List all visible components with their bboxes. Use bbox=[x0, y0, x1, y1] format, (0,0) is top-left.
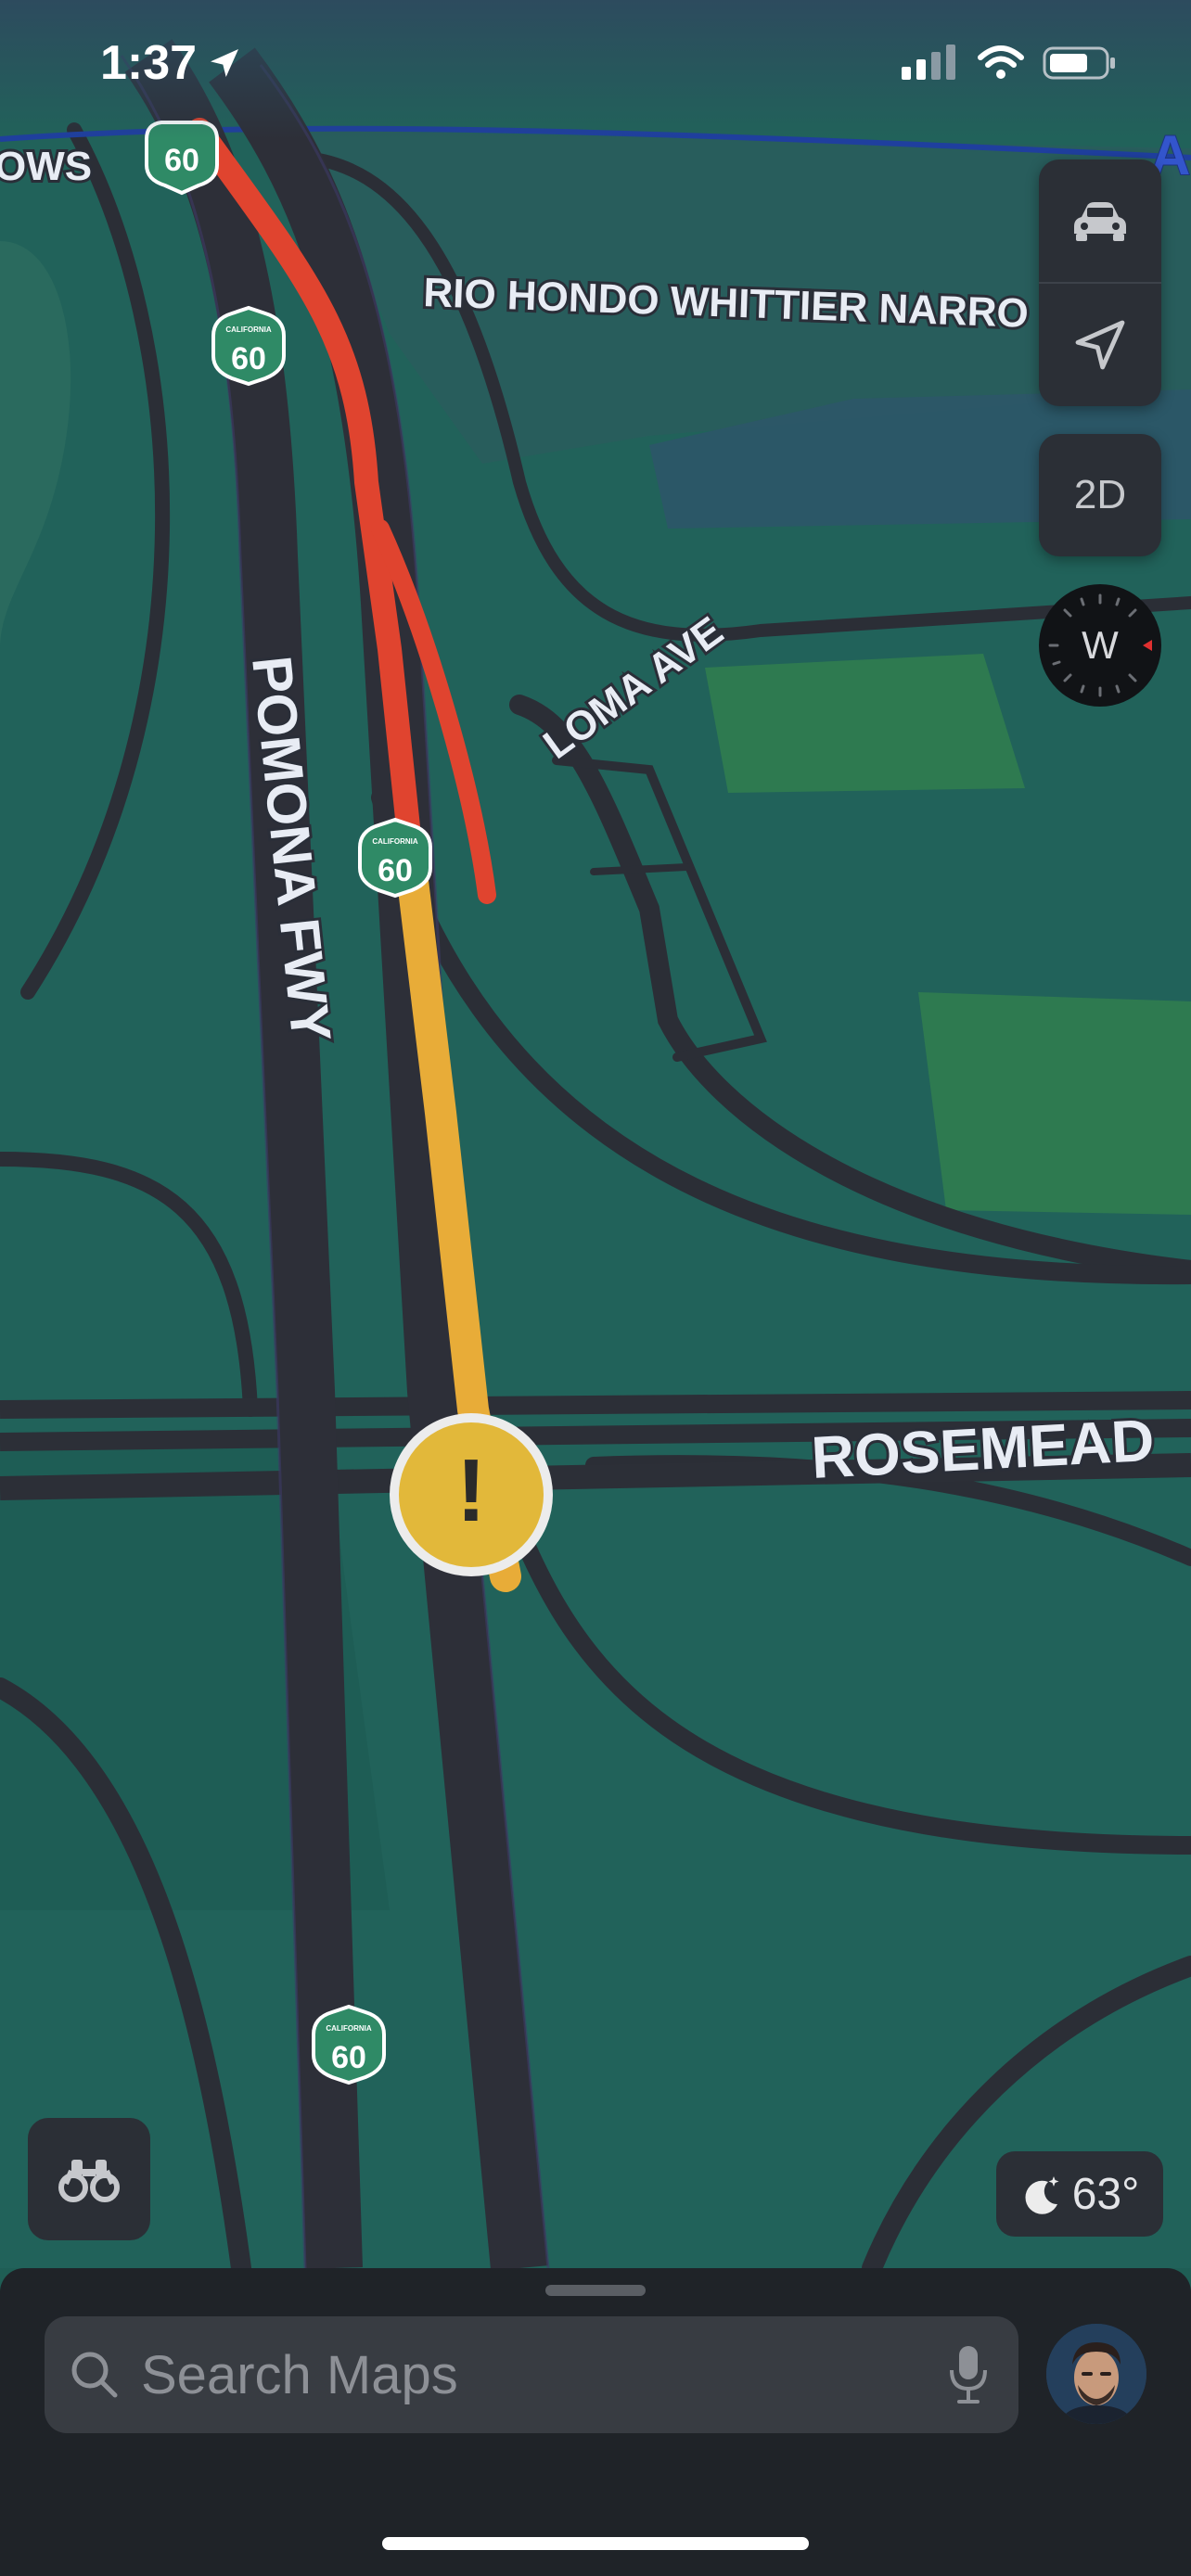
map-canvas[interactable]: 60 CALIFORNIA 60 CALIFORNIA 60 CALIFORNI… bbox=[0, 0, 1191, 2268]
weather-widget[interactable]: 63° bbox=[996, 2151, 1163, 2237]
compass-button[interactable]: W bbox=[1039, 584, 1161, 707]
status-bar: 1:37 bbox=[0, 0, 1191, 139]
view-toggle-container: 2D bbox=[1039, 434, 1161, 556]
svg-text:60: 60 bbox=[378, 853, 413, 888]
route-shield-4: CALIFORNIA 60 bbox=[312, 2004, 386, 2085]
driving-mode-button[interactable] bbox=[1039, 159, 1161, 282]
road-label-ows: OWS bbox=[0, 144, 92, 189]
search-icon bbox=[71, 2352, 118, 2398]
wifi-icon bbox=[978, 45, 1024, 79]
search-placeholder: Search Maps bbox=[141, 2344, 458, 2405]
binoculars-icon bbox=[58, 2160, 120, 2202]
maps-app: 60 CALIFORNIA 60 CALIFORNIA 60 CALIFORNI… bbox=[0, 0, 1191, 2576]
avatar[interactable] bbox=[1046, 2324, 1146, 2424]
traffic-incident-marker[interactable]: ! bbox=[390, 1413, 553, 1576]
search-field[interactable]: Search Maps bbox=[45, 2316, 1018, 2433]
car-icon bbox=[1074, 202, 1126, 241]
profile-photo bbox=[1046, 2324, 1146, 2424]
warning-icon: ! bbox=[456, 1441, 486, 1540]
battery-icon bbox=[1043, 46, 1115, 80]
sheet-grabber[interactable] bbox=[545, 2285, 646, 2296]
home-indicator bbox=[382, 2537, 809, 2550]
svg-text:60: 60 bbox=[164, 143, 199, 178]
svg-text:CALIFORNIA: CALIFORNIA bbox=[326, 2024, 372, 2033]
map-mode-controls bbox=[1039, 159, 1161, 406]
bottom-sheet[interactable]: Search Maps bbox=[0, 2268, 1191, 2576]
route-shield-3: CALIFORNIA 60 bbox=[358, 817, 432, 899]
microphone-icon[interactable] bbox=[946, 2342, 991, 2407]
cellular-signal-icon bbox=[902, 45, 955, 80]
svg-text:CALIFORNIA: CALIFORNIA bbox=[225, 325, 272, 334]
location-services-icon bbox=[211, 49, 239, 77]
location-arrow-icon bbox=[1075, 320, 1125, 370]
weather-temperature: 63° bbox=[1071, 2169, 1140, 2219]
svg-text:CALIFORNIA: CALIFORNIA bbox=[372, 837, 418, 846]
svg-text:60: 60 bbox=[331, 2040, 366, 2075]
svg-text:60: 60 bbox=[231, 341, 266, 376]
look-around-button[interactable] bbox=[28, 2118, 150, 2240]
compass-heading: W bbox=[1082, 623, 1119, 667]
moon-stars-icon bbox=[1025, 2176, 1059, 2214]
view-2d-label: 2D bbox=[1073, 472, 1127, 517]
status-time: 1:37 bbox=[100, 36, 198, 90]
current-location-button[interactable] bbox=[1039, 284, 1161, 406]
route-shield-2: CALIFORNIA 60 bbox=[211, 305, 286, 387]
view-2d-button[interactable]: 2D bbox=[1039, 434, 1161, 556]
